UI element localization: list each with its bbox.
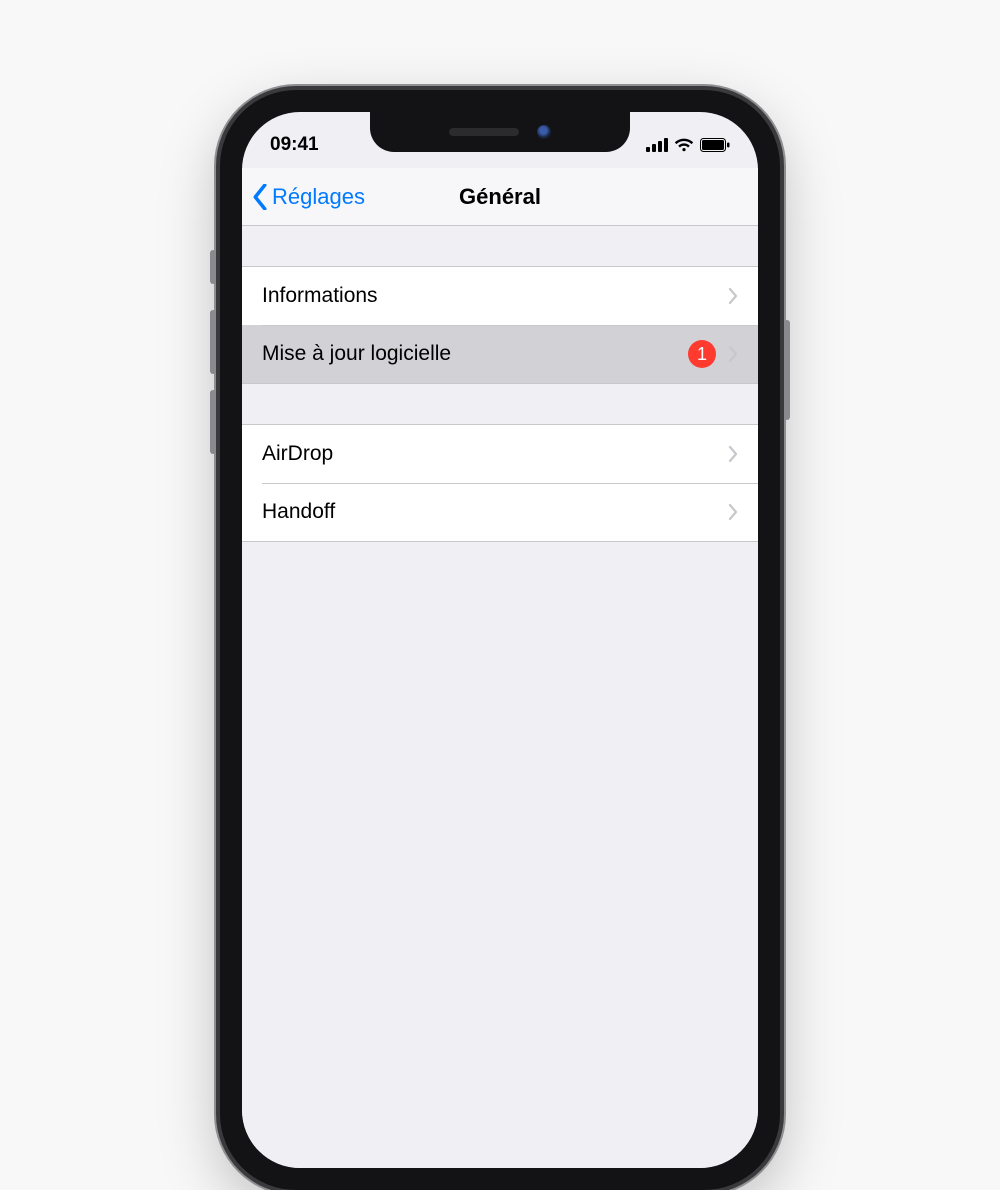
cellular-icon (646, 138, 668, 152)
wifi-icon (674, 138, 694, 152)
nav-bar: Réglages Général (242, 168, 758, 226)
phone-frame: 09:41 (220, 90, 780, 1190)
back-label: Réglages (272, 184, 365, 210)
status-bar: 09:41 (242, 112, 758, 168)
group-spacer (242, 384, 758, 424)
update-badge: 1 (688, 340, 716, 368)
row-informations[interactable]: Informations (242, 267, 758, 325)
chevron-left-icon (252, 184, 268, 210)
status-time: 09:41 (270, 134, 319, 156)
mute-switch[interactable] (210, 250, 216, 284)
chevron-right-icon (728, 504, 738, 520)
screen: 09:41 (242, 112, 758, 1168)
back-button[interactable]: Réglages (252, 168, 365, 225)
volume-up-button[interactable] (210, 310, 216, 374)
row-label: Handoff (262, 500, 728, 524)
settings-group: AirDrop Handoff (242, 424, 758, 542)
battery-icon (700, 138, 730, 152)
settings-group: Informations Mise à jour logicielle 1 (242, 266, 758, 384)
chevron-right-icon (728, 446, 738, 462)
row-airdrop[interactable]: AirDrop (242, 425, 758, 483)
row-label: Mise à jour logicielle (262, 342, 688, 366)
row-handoff[interactable]: Handoff (242, 483, 758, 541)
row-label: AirDrop (262, 442, 728, 466)
page-title: Général (459, 184, 541, 210)
volume-down-button[interactable] (210, 390, 216, 454)
row-software-update[interactable]: Mise à jour logicielle 1 (242, 325, 758, 383)
settings-list[interactable]: Informations Mise à jour logicielle 1 Ai… (242, 226, 758, 1168)
row-label: Informations (262, 284, 728, 308)
chevron-right-icon (728, 288, 738, 304)
side-button[interactable] (784, 320, 790, 420)
chevron-right-icon (728, 346, 738, 362)
status-indicators (646, 138, 730, 152)
group-spacer (242, 226, 758, 266)
